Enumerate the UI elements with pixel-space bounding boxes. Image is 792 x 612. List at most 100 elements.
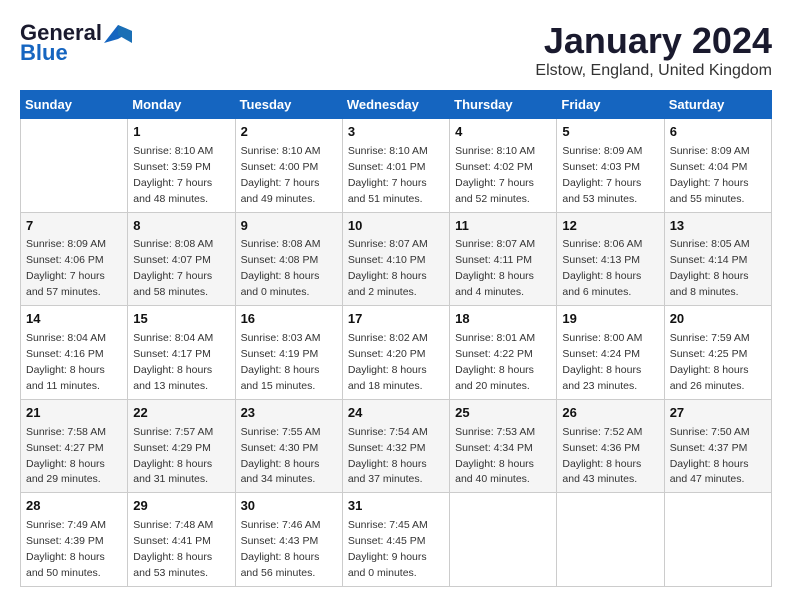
calendar-cell: 10Sunrise: 8:07 AM Sunset: 4:10 PM Dayli… [342, 212, 449, 306]
day-number: 6 [670, 123, 766, 142]
day-number: 18 [455, 310, 551, 329]
day-number: 24 [348, 404, 444, 423]
weekday-header-friday: Friday [557, 91, 664, 119]
calendar-cell: 31 Sunrise: 7:45 AM Sunset: 4:45 PM Dayli… [342, 493, 449, 587]
day-number: 10 [348, 217, 444, 236]
calendar-cell: 3 Sunrise: 8:10 AM Sunset: 4:01 PM Daylig… [342, 119, 449, 213]
day-number: 25 [455, 404, 551, 423]
day-number: 28 [26, 497, 122, 516]
day-detail: Sunrise: 8:02 AM Sunset: 4:20 PM Dayligh… [348, 332, 428, 392]
day-number: 2 [241, 123, 337, 142]
calendar-cell: 25 Sunrise: 7:53 AM Sunset: 4:34 PM Dayli… [450, 399, 557, 493]
weekday-header-tuesday: Tuesday [235, 91, 342, 119]
day-number: 30 [241, 497, 337, 516]
day-detail: Sunrise: 8:10 AM Sunset: 3:59 PM Dayligh… [133, 145, 213, 205]
calendar-cell: 19Sunrise: 8:00 AM Sunset: 4:24 PM Dayli… [557, 306, 664, 400]
day-detail: Sunrise: 8:10 AM Sunset: 4:02 PM Dayligh… [455, 145, 535, 205]
day-detail: Sunrise: 7:58 AM Sunset: 4:27 PM Dayligh… [26, 426, 106, 486]
day-number: 15 [133, 310, 229, 329]
day-detail: Sunrise: 8:04 AM Sunset: 4:16 PM Dayligh… [26, 332, 106, 392]
day-number: 21 [26, 404, 122, 423]
day-detail: Sunrise: 8:05 AM Sunset: 4:14 PM Dayligh… [670, 238, 750, 298]
calendar-cell: 5 Sunrise: 8:09 AM Sunset: 4:03 PM Daylig… [557, 119, 664, 213]
weekday-header-wednesday: Wednesday [342, 91, 449, 119]
day-detail: Sunrise: 8:10 AM Sunset: 4:00 PM Dayligh… [241, 145, 321, 205]
logo-icon [104, 25, 132, 43]
day-detail: Sunrise: 7:59 AM Sunset: 4:25 PM Dayligh… [670, 332, 750, 392]
day-detail: Sunrise: 7:52 AM Sunset: 4:36 PM Dayligh… [562, 426, 642, 486]
calendar-cell: 16 Sunrise: 8:03 AM Sunset: 4:19 PM Dayli… [235, 306, 342, 400]
calendar-cell: 29 Sunrise: 7:48 AM Sunset: 4:41 PM Dayli… [128, 493, 235, 587]
day-detail: Sunrise: 8:08 AM Sunset: 4:07 PM Dayligh… [133, 238, 213, 298]
calendar-cell: 21 Sunrise: 7:58 AM Sunset: 4:27 PM Dayli… [21, 399, 128, 493]
calendar-cell: 26 Sunrise: 7:52 AM Sunset: 4:36 PM Dayli… [557, 399, 664, 493]
calendar-cell: 17 Sunrise: 8:02 AM Sunset: 4:20 PM Dayli… [342, 306, 449, 400]
week-row-1: 1 Sunrise: 8:10 AM Sunset: 3:59 PM Daylig… [21, 119, 772, 213]
day-detail: Sunrise: 8:08 AM Sunset: 4:08 PM Dayligh… [241, 238, 321, 298]
week-row-3: 14Sunrise: 8:04 AM Sunset: 4:16 PM Dayli… [21, 306, 772, 400]
calendar-cell: 22Sunrise: 7:57 AM Sunset: 4:29 PM Dayli… [128, 399, 235, 493]
day-number: 20 [670, 310, 766, 329]
weekday-header-row: SundayMondayTuesdayWednesdayThursdayFrid… [21, 91, 772, 119]
day-detail: Sunrise: 8:03 AM Sunset: 4:19 PM Dayligh… [241, 332, 321, 392]
logo-text-blue: Blue [20, 40, 68, 66]
calendar-cell [21, 119, 128, 213]
location-title: Elstow, England, United Kingdom [535, 62, 772, 80]
day-detail: Sunrise: 8:09 AM Sunset: 4:03 PM Dayligh… [562, 145, 642, 205]
day-detail: Sunrise: 8:09 AM Sunset: 4:06 PM Dayligh… [26, 238, 106, 298]
day-number: 23 [241, 404, 337, 423]
calendar-cell: 12 Sunrise: 8:06 AM Sunset: 4:13 PM Dayli… [557, 212, 664, 306]
calendar-cell: 14Sunrise: 8:04 AM Sunset: 4:16 PM Dayli… [21, 306, 128, 400]
day-detail: Sunrise: 8:10 AM Sunset: 4:01 PM Dayligh… [348, 145, 428, 205]
day-number: 4 [455, 123, 551, 142]
day-number: 9 [241, 217, 337, 236]
day-number: 8 [133, 217, 229, 236]
calendar-cell: 2 Sunrise: 8:10 AM Sunset: 4:00 PM Daylig… [235, 119, 342, 213]
calendar-cell: 9 Sunrise: 8:08 AM Sunset: 4:08 PM Daylig… [235, 212, 342, 306]
day-detail: Sunrise: 8:01 AM Sunset: 4:22 PM Dayligh… [455, 332, 535, 392]
day-number: 31 [348, 497, 444, 516]
calendar-cell: 28 Sunrise: 7:49 AM Sunset: 4:39 PM Dayli… [21, 493, 128, 587]
day-number: 29 [133, 497, 229, 516]
day-number: 17 [348, 310, 444, 329]
calendar-cell: 18 Sunrise: 8:01 AM Sunset: 4:22 PM Dayli… [450, 306, 557, 400]
calendar-cell: 6Sunrise: 8:09 AM Sunset: 4:04 PM Daylig… [664, 119, 771, 213]
day-detail: Sunrise: 7:55 AM Sunset: 4:30 PM Dayligh… [241, 426, 321, 486]
day-number: 3 [348, 123, 444, 142]
day-detail: Sunrise: 8:06 AM Sunset: 4:13 PM Dayligh… [562, 238, 642, 298]
day-number: 7 [26, 217, 122, 236]
calendar-cell [664, 493, 771, 587]
month-title: January 2024 [535, 20, 772, 62]
calendar-cell: 7 Sunrise: 8:09 AM Sunset: 4:06 PM Daylig… [21, 212, 128, 306]
week-row-4: 21 Sunrise: 7:58 AM Sunset: 4:27 PM Dayli… [21, 399, 772, 493]
day-detail: Sunrise: 8:04 AM Sunset: 4:17 PM Dayligh… [133, 332, 213, 392]
day-number: 27 [670, 404, 766, 423]
day-number: 16 [241, 310, 337, 329]
day-number: 26 [562, 404, 658, 423]
calendar-cell: 30Sunrise: 7:46 AM Sunset: 4:43 PM Dayli… [235, 493, 342, 587]
calendar-table: SundayMondayTuesdayWednesdayThursdayFrid… [20, 90, 772, 587]
day-number: 1 [133, 123, 229, 142]
week-row-5: 28 Sunrise: 7:49 AM Sunset: 4:39 PM Dayli… [21, 493, 772, 587]
weekday-header-monday: Monday [128, 91, 235, 119]
weekday-header-thursday: Thursday [450, 91, 557, 119]
day-detail: Sunrise: 7:53 AM Sunset: 4:34 PM Dayligh… [455, 426, 535, 486]
day-detail: Sunrise: 7:49 AM Sunset: 4:39 PM Dayligh… [26, 519, 106, 579]
day-detail: Sunrise: 7:48 AM Sunset: 4:41 PM Dayligh… [133, 519, 213, 579]
day-number: 12 [562, 217, 658, 236]
calendar-cell: 1 Sunrise: 8:10 AM Sunset: 3:59 PM Daylig… [128, 119, 235, 213]
calendar-cell: 11 Sunrise: 8:07 AM Sunset: 4:11 PM Dayli… [450, 212, 557, 306]
title-area: January 2024 Elstow, England, United Kin… [535, 20, 772, 80]
calendar-cell [450, 493, 557, 587]
day-number: 5 [562, 123, 658, 142]
day-detail: Sunrise: 7:50 AM Sunset: 4:37 PM Dayligh… [670, 426, 750, 486]
day-detail: Sunrise: 8:07 AM Sunset: 4:11 PM Dayligh… [455, 238, 535, 298]
calendar-cell: 20 Sunrise: 7:59 AM Sunset: 4:25 PM Dayli… [664, 306, 771, 400]
weekday-header-saturday: Saturday [664, 91, 771, 119]
day-detail: Sunrise: 7:45 AM Sunset: 4:45 PM Dayligh… [348, 519, 428, 579]
calendar-cell [557, 493, 664, 587]
calendar-cell: 23 Sunrise: 7:55 AM Sunset: 4:30 PM Dayli… [235, 399, 342, 493]
week-row-2: 7 Sunrise: 8:09 AM Sunset: 4:06 PM Daylig… [21, 212, 772, 306]
calendar-cell: 4 Sunrise: 8:10 AM Sunset: 4:02 PM Daylig… [450, 119, 557, 213]
day-number: 11 [455, 217, 551, 236]
